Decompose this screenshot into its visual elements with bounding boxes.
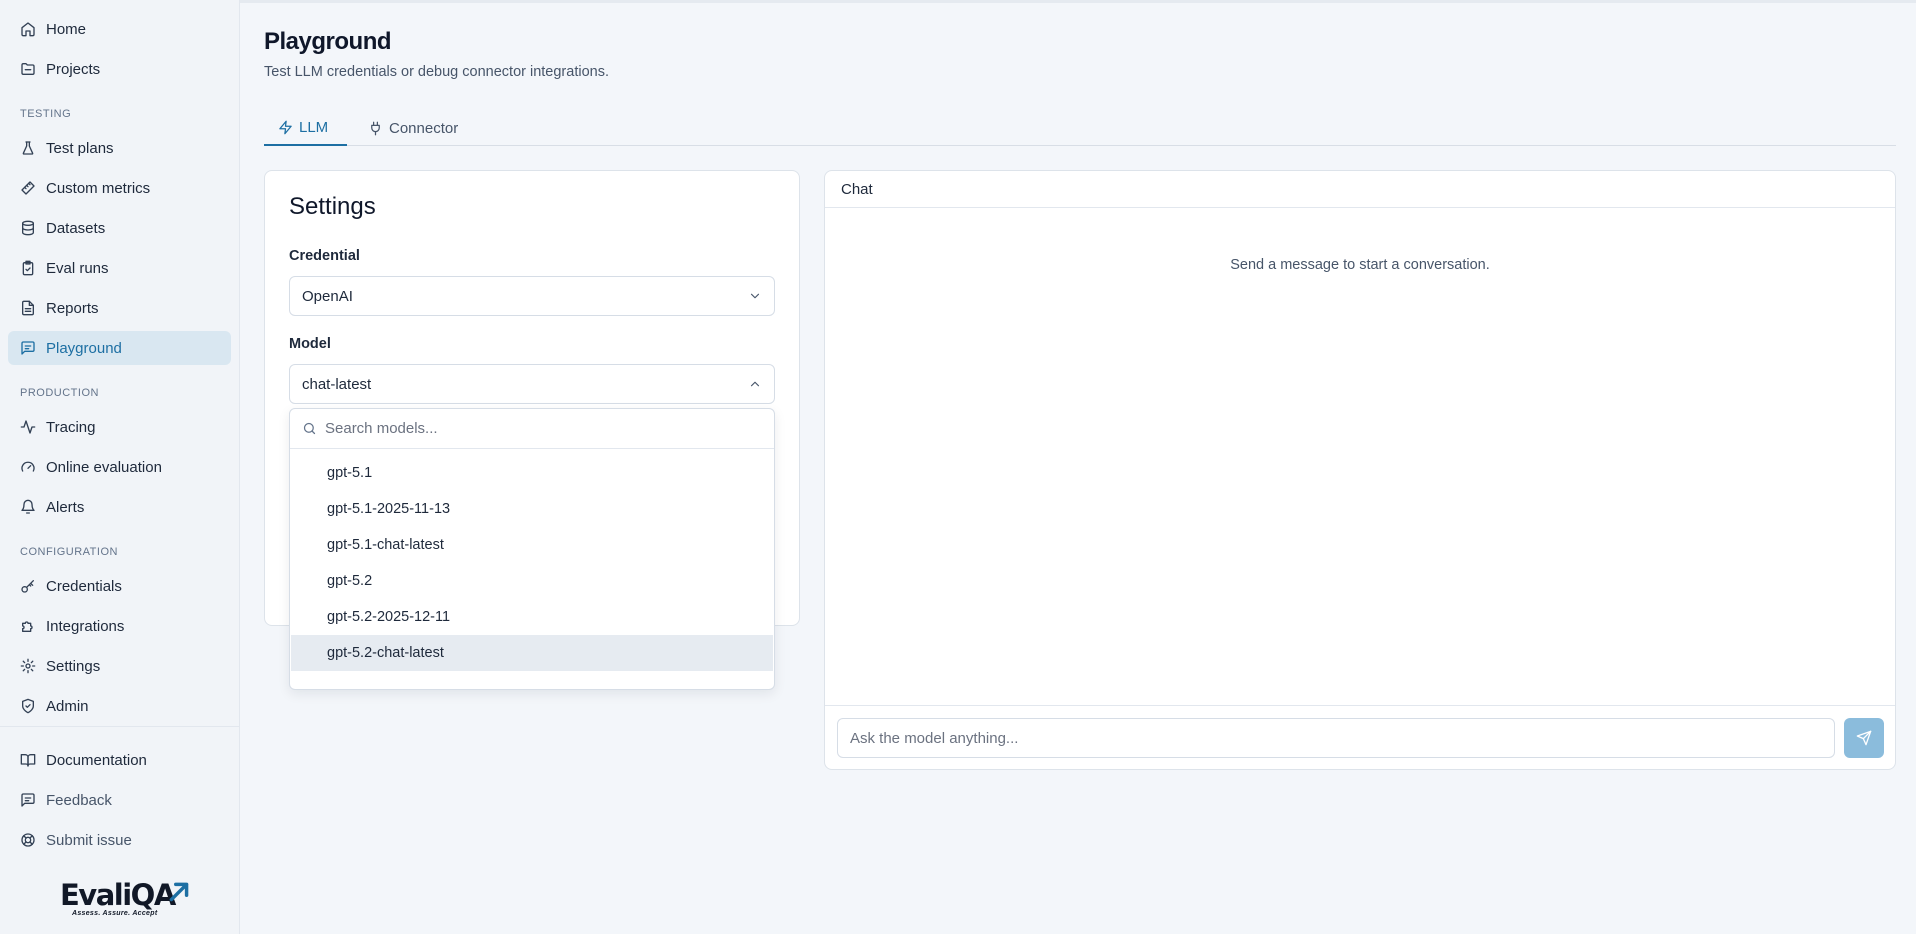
sidebar-item-label: Reports: [46, 299, 99, 317]
model-search-input[interactable]: [325, 420, 745, 437]
send-button[interactable]: [1844, 718, 1884, 758]
key-icon: [20, 578, 36, 594]
model-option[interactable]: gpt-5.2-2025-12-11: [291, 599, 773, 635]
sidebar-item-feedback[interactable]: Feedback: [8, 783, 231, 817]
tab-label: Connector: [389, 119, 459, 137]
model-dropdown: gpt-5.1 gpt-5.1-2025-11-13 gpt-5.1-chat-…: [289, 408, 775, 690]
sidebar-item-playground[interactable]: Playground: [8, 331, 231, 365]
sidebar-item-settings[interactable]: Settings: [8, 649, 231, 683]
sidebar-item-label: Credentials: [46, 577, 122, 595]
file-text-icon: [20, 300, 36, 316]
message-square-icon: [20, 340, 36, 356]
sidebar-item-admin[interactable]: Admin: [8, 689, 231, 723]
sidebar-item-label: Projects: [46, 60, 101, 78]
model-search: [290, 409, 774, 449]
sidebar-item-label: Tracing: [46, 418, 96, 436]
sidebar-item-credentials[interactable]: Credentials: [8, 569, 231, 603]
clipboard-check-icon: [20, 260, 36, 276]
top-border: [240, 0, 1916, 3]
shield-check-icon: [20, 698, 36, 714]
sidebar-item-tracing[interactable]: Tracing: [8, 410, 231, 444]
sidebar-item-eval-runs[interactable]: Eval runs: [8, 251, 231, 285]
settings-title: Settings: [289, 193, 376, 220]
book-icon: [20, 752, 36, 768]
sidebar-item-label: Submit issue: [46, 831, 132, 849]
sidebar-item-label: Datasets: [46, 219, 106, 237]
sidebar-item-label: Documentation: [46, 751, 147, 769]
model-label: Model: [289, 336, 331, 352]
chat-header: Chat: [825, 171, 1895, 208]
sidebar-item-label: Test plans: [46, 139, 114, 157]
message-square-icon: [20, 792, 36, 808]
sidebar: Home Projects TESTING Test plans Custom …: [0, 0, 240, 934]
sidebar-item-integrations[interactable]: Integrations: [8, 609, 231, 643]
page-title: Playground: [264, 28, 392, 55]
sidebar-item-datasets[interactable]: Datasets: [8, 211, 231, 245]
tab-label: LLM: [299, 118, 329, 136]
model-option-highlighted[interactable]: gpt-5.2-chat-latest: [291, 635, 773, 671]
lifebuoy-icon: [20, 832, 36, 848]
sidebar-item-reports[interactable]: Reports: [8, 291, 231, 325]
model-option[interactable]: gpt-5.1-2025-11-13: [291, 491, 773, 527]
chevron-down-icon: [750, 293, 760, 299]
sidebar-item-label: Online evaluation: [46, 458, 162, 476]
flask-icon: [20, 140, 36, 156]
chat-empty-state: Send a message to start a conversation.: [1230, 257, 1490, 273]
plug-icon: [371, 121, 380, 135]
search-icon: [303, 422, 316, 435]
folder-icon: [20, 61, 36, 77]
sidebar-item-label: Integrations: [46, 617, 125, 635]
model-value: chat-latest: [302, 375, 372, 393]
chat-footer-divider: [825, 705, 1895, 706]
model-option-partial[interactable]: [291, 671, 773, 689]
sidebar-item-projects[interactable]: Projects: [8, 52, 231, 86]
credential-label: Credential: [289, 248, 360, 264]
sidebar-item-test-plans[interactable]: Test plans: [8, 131, 231, 165]
model-select[interactable]: chat-latest: [289, 364, 775, 404]
sidebar-item-label: Alerts: [46, 498, 85, 516]
sidebar-item-alerts[interactable]: Alerts: [8, 490, 231, 524]
sidebar-item-label: Feedback: [46, 791, 112, 809]
model-option[interactable]: gpt-5.1-chat-latest: [291, 527, 773, 563]
page-subtitle: Test LLM credentials or debug connector …: [264, 64, 609, 80]
section-configuration: CONFIGURATION: [20, 546, 118, 558]
sidebar-item-online-evaluation[interactable]: Online evaluation: [8, 450, 231, 484]
zap-icon: [279, 120, 292, 134]
puzzle-icon: [20, 618, 36, 634]
sidebar-item-home[interactable]: Home: [8, 12, 231, 46]
database-icon: [20, 220, 36, 236]
tab-bar: LLM Connector: [264, 110, 1896, 146]
gear-icon: [20, 658, 36, 674]
sidebar-item-label: Custom metrics: [46, 179, 151, 197]
gauge-icon: [20, 459, 36, 475]
sidebar-item-custom-metrics[interactable]: Custom metrics: [8, 171, 231, 205]
credential-value: OpenAI: [302, 287, 353, 305]
sidebar-item-label: Playground: [46, 339, 122, 357]
tab-llm[interactable]: LLM: [264, 110, 347, 146]
evaliqa-logo: EvaliQA Assess. Assure. Accept: [60, 880, 190, 928]
credential-select[interactable]: OpenAI: [289, 276, 775, 316]
activity-icon: [20, 419, 36, 435]
sidebar-item-label: Home: [46, 20, 87, 38]
sidebar-item-label: Settings: [46, 657, 101, 675]
sidebar-item-label: Admin: [46, 697, 89, 715]
send-icon: [1856, 730, 1872, 746]
chevron-up-icon: [750, 381, 760, 387]
model-option[interactable]: gpt-5.2: [291, 563, 773, 599]
sidebar-item-documentation[interactable]: Documentation: [8, 743, 231, 777]
chat-message-input[interactable]: [837, 718, 1835, 758]
tab-connector[interactable]: Connector: [354, 110, 472, 146]
section-testing: TESTING: [20, 108, 72, 120]
sidebar-item-submit-issue[interactable]: Submit issue: [8, 823, 231, 857]
model-option[interactable]: gpt-5.1: [291, 455, 773, 491]
section-production: PRODUCTION: [20, 387, 99, 399]
logo-arrow-icon: [169, 882, 189, 902]
sidebar-divider: [0, 726, 240, 727]
bell-icon: [20, 499, 36, 515]
chat-card: Chat Send a message to start a conversat…: [824, 170, 1896, 770]
ruler-icon: [20, 180, 36, 196]
home-icon: [20, 21, 36, 37]
sidebar-item-label: Eval runs: [46, 259, 109, 277]
